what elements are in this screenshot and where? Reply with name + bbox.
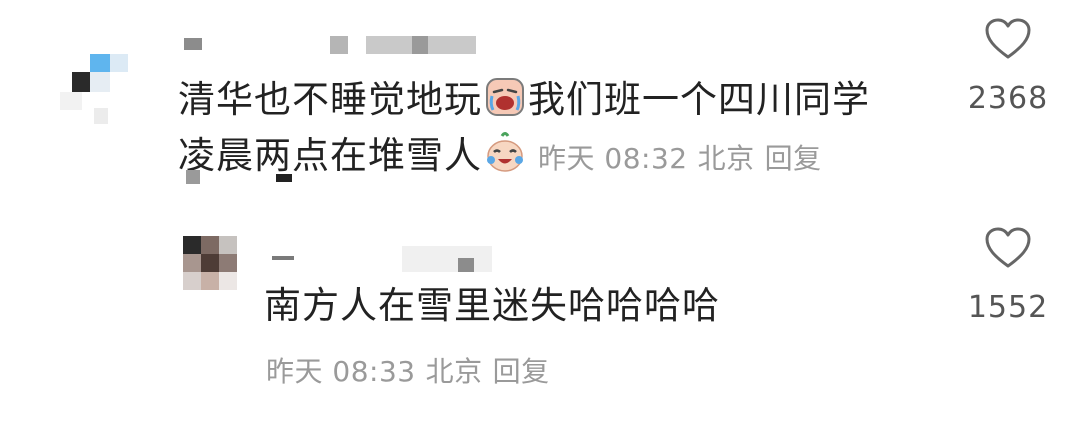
crying-face-emoji-icon (484, 76, 526, 118)
comment-item: 清华也不睡觉地玩 我们班一个四川同学 凌晨两点在堆雪人 昨天 08:32 北京 回复 (0, 0, 1080, 210)
comment-text-part: 凌晨两点在堆雪人 (178, 134, 482, 177)
avatar[interactable] (183, 236, 239, 292)
heart-outline-icon[interactable] (984, 17, 1032, 61)
reply-button[interactable]: 回复 (765, 142, 822, 175)
avatar[interactable] (60, 50, 130, 124)
comment-text-part: 南方人在雪里迷失哈哈哈哈 (264, 284, 720, 327)
comment-meta: 昨天 08:32 北京 回复 (538, 142, 832, 175)
comment-time: 昨天 08:33 (266, 355, 416, 388)
comment-location: 北京 (697, 142, 755, 175)
laughing-tears-emoji-icon (484, 132, 526, 174)
like-area: 1552 (953, 226, 1063, 325)
comment-text-part: 我们班一个四川同学 (528, 78, 870, 121)
username[interactable] (262, 246, 502, 272)
comment-text: 南方人在雪里迷失哈哈哈哈 (264, 278, 864, 334)
comment-text: 清华也不睡觉地玩 我们班一个四川同学 凌晨两点在堆雪人 昨天 08:32 北京 回复 (178, 72, 938, 187)
comment-location: 北京 (425, 355, 483, 388)
reply-button[interactable]: 回复 (493, 355, 550, 388)
comment-item: 南方人在雪里迷失哈哈哈哈 昨天 08:33 北京 回复 1552 (0, 210, 1080, 421)
comment-meta: 昨天 08:33 北京 回复 (266, 350, 560, 390)
heart-outline-icon[interactable] (984, 226, 1032, 270)
like-count: 1552 (967, 290, 1049, 325)
comment-text-part: 清华也不睡觉地玩 (178, 78, 482, 121)
username[interactable] (180, 36, 480, 54)
like-count: 2368 (967, 81, 1049, 116)
like-area: 2368 (953, 17, 1063, 116)
comment-time: 昨天 08:32 (538, 142, 688, 175)
